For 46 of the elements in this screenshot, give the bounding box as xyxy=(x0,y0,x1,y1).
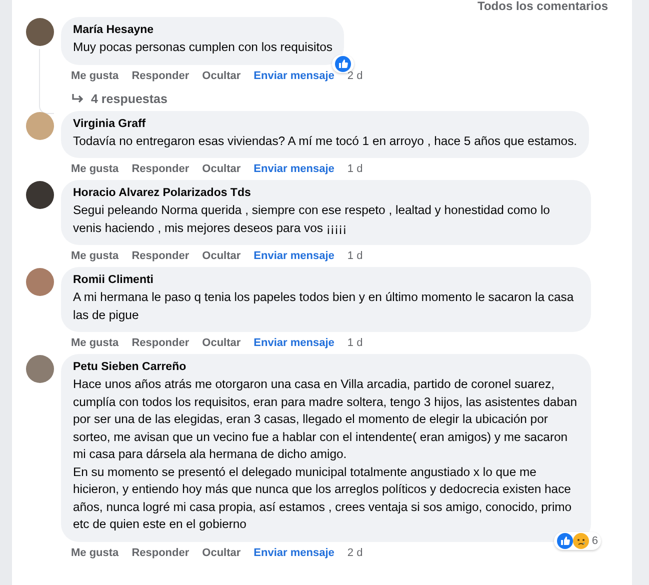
sad-face-icon xyxy=(572,532,589,548)
reply-arrow-icon xyxy=(71,92,85,104)
comment-author[interactable]: María Hesayne xyxy=(73,24,332,36)
comment-author[interactable]: Romii Climenti xyxy=(73,274,579,286)
reactions-badge[interactable] xyxy=(332,54,354,72)
comment-action-link[interactable]: Ocultar xyxy=(202,337,241,349)
comment-action-link[interactable]: Responder xyxy=(132,337,190,349)
comment-text: A mi hermana le paso q tenia los papeles todos bien y en último momento le sacaron la casa las de pigue xyxy=(73,289,575,324)
comment-text: Muy pocas personas cumplen con los requisitos xyxy=(73,39,332,56)
comment-action-link[interactable]: Me gusta xyxy=(71,163,119,175)
reactions-badge[interactable]: 6 xyxy=(554,532,601,550)
comment-action-link[interactable]: Ocultar xyxy=(202,546,241,558)
send-message-link[interactable]: Enviar mensaje xyxy=(254,250,334,262)
comment-author[interactable]: Horacio Alvarez Polarizados Tds xyxy=(73,187,579,199)
comment-action-link[interactable]: Responder xyxy=(132,163,190,175)
comment-action-link[interactable]: Responder xyxy=(132,250,190,262)
all-comments-filter[interactable]: Todos los comentarios xyxy=(478,0,608,12)
comment-action-link[interactable]: Me gusta xyxy=(71,546,119,558)
comment-action-link[interactable]: Ocultar xyxy=(202,163,241,175)
comment-time: 1 d xyxy=(347,163,363,175)
thumbs-up-icon xyxy=(556,532,573,548)
replies-link[interactable]: 4 respuestas xyxy=(61,82,168,106)
comment-action-link[interactable]: Responder xyxy=(132,546,190,558)
send-message-link[interactable]: Enviar mensaje xyxy=(254,337,334,349)
comment-action-link[interactable]: Me gusta xyxy=(71,337,119,349)
comment-text: Hace unos años atrás me otorgaron una casa en Villa arcadia, partido de coronel suarez, cumplía con todos los requisitos, eran para madre soltera, tengo 3 hijos, las asistentes daban por ser una de las elegidas, eran 3 casas, llegado el momento de elegir la ubicación por sorteo, me avisan que un vecino fue a hablar con el intendente( eran amigos) y me sacaron mi casa para dársela ala hermana de dicho amigo. En su momento se presentó el delegado municipal totalmente angustiado x lo que me hicieron, y entiendo hoy más que nunca que los arreglos políticos y dedocrecia existen hace años, nunca logré mi casa propia, así estamos , crees ventaja si sos amigo, conocido, primo etc de quien este en el gobierno xyxy=(73,376,578,533)
thumbs-up-icon xyxy=(335,56,352,72)
reaction-count: 6 xyxy=(592,534,598,546)
avatar[interactable] xyxy=(26,181,54,209)
avatar[interactable] xyxy=(26,18,54,46)
comment-author[interactable]: Petu Sieben Carreño xyxy=(73,361,579,373)
comment-action-link[interactable]: Me gusta xyxy=(71,70,119,82)
comment-time: 2 d xyxy=(347,70,363,82)
comment-text: Segui peleando Norma querida , siempre con ese respeto , lealtad y honestidad como lo venis haciendo , mis mejores deseos para vos ¡¡¡¡¡ xyxy=(73,202,551,236)
send-message-link[interactable]: Enviar mensaje xyxy=(254,70,334,82)
comment-time: 1 d xyxy=(347,337,363,349)
comment-action-link[interactable]: Ocultar xyxy=(202,250,241,262)
comment-action-link[interactable]: Me gusta xyxy=(71,250,119,262)
send-message-link[interactable]: Enviar mensaje xyxy=(254,546,334,558)
comment-action-link[interactable]: Ocultar xyxy=(202,70,241,82)
comment-time: 2 d xyxy=(347,546,363,558)
comment-action-link[interactable]: Responder xyxy=(132,70,190,82)
comment-author[interactable]: Virginia Graff xyxy=(73,118,578,130)
comment-text: Todavía no entregaron esas viviendas? A mí me tocó 1 en arroyo , hace 5 años que estamos. xyxy=(73,132,578,150)
comment-time: 1 d xyxy=(347,250,363,262)
send-message-link[interactable]: Enviar mensaje xyxy=(254,163,334,175)
